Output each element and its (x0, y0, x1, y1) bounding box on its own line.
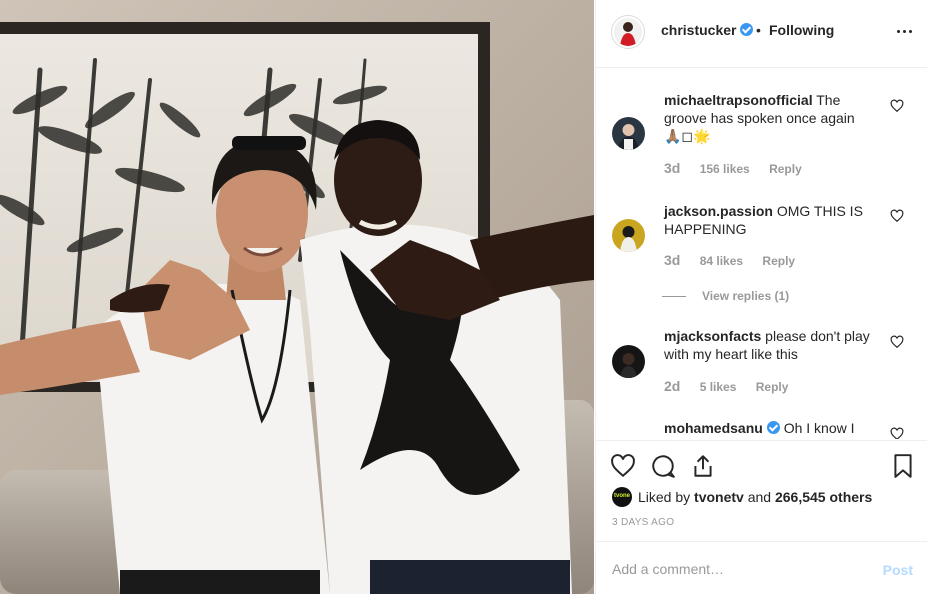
liker-username[interactable]: tvonetv (694, 489, 744, 505)
likes-prefix: Liked by (638, 489, 695, 505)
likes-others-link[interactable]: 266,545 others (775, 489, 872, 505)
comment-meta: 3d 156 likes Reply (664, 160, 802, 176)
verified-badge-icon (740, 23, 754, 36)
comment-like-heart-icon[interactable] (890, 99, 904, 113)
following-button[interactable]: Following (769, 22, 834, 38)
comment-body: Oh I know I (779, 420, 855, 436)
reply-button[interactable]: Reply (769, 162, 802, 176)
comment-likes[interactable]: 5 likes (700, 380, 737, 394)
comment-text: mohamedsanu Oh I know I (664, 419, 886, 437)
add-comment-bar: Post (596, 541, 927, 594)
comment-emoji: 🙏🏽◻︎🌟 (664, 128, 711, 144)
post-header: christucker • Following (596, 0, 927, 68)
liker-avatar[interactable]: tvone (612, 487, 632, 507)
view-replies-label[interactable]: View replies (1) (702, 289, 789, 303)
comment-text: mjacksonfacts please don't play with my … (664, 327, 886, 363)
bookmark-icon[interactable] (890, 453, 916, 479)
comment-username[interactable]: mjacksonfacts (664, 328, 761, 344)
verified-badge-icon (766, 421, 780, 434)
comment-likes[interactable]: 156 likes (700, 162, 750, 176)
comment-text: michaeltrapsonofficial The groove has sp… (664, 91, 886, 145)
comment-icon[interactable] (650, 453, 676, 479)
author-avatar[interactable] (611, 15, 645, 49)
likes-summary: tvone Liked by tvonetv and 266,545 others (612, 487, 872, 507)
commenter-avatar[interactable] (612, 219, 645, 252)
share-icon[interactable] (690, 453, 716, 479)
comment-time: 3d (664, 252, 681, 268)
comment-like-heart-icon[interactable] (890, 335, 904, 349)
action-bar (596, 440, 927, 490)
post-photo-image (0, 0, 594, 594)
view-replies-button[interactable]: View replies (1) (662, 289, 789, 303)
comment-username[interactable]: michaeltrapsonofficial (664, 92, 813, 108)
commenter-avatar[interactable] (612, 345, 645, 378)
comment-input[interactable] (612, 556, 862, 582)
author-username[interactable]: christucker (661, 22, 754, 38)
reply-button[interactable]: Reply (756, 380, 789, 394)
post-comment-button[interactable]: Post (883, 562, 913, 578)
post-photo[interactable] (0, 0, 594, 594)
comment-time: 3d (664, 160, 681, 176)
author-username-text[interactable]: christucker (661, 22, 736, 38)
view-replies-line (662, 296, 686, 298)
comment-text: jackson.passion OMG THIS IS HAPPENING (664, 202, 886, 238)
liker-avatar-logo-text: tvone (614, 493, 631, 499)
comment-meta: 2d 5 likes Reply (664, 378, 788, 394)
comment-meta: 3d 84 likes Reply (664, 252, 795, 268)
header-separator: • (756, 22, 761, 38)
comment-like-heart-icon[interactable] (890, 427, 904, 439)
commenter-avatar[interactable] (612, 117, 645, 150)
heart-icon[interactable] (610, 453, 636, 479)
comment-likes[interactable]: 84 likes (700, 254, 743, 268)
post-side-panel: christucker • Following michaeltrapsonof… (595, 0, 927, 594)
comment-like-heart-icon[interactable] (890, 209, 904, 223)
comment-username[interactable]: mohamedsanu (664, 420, 763, 436)
post-date[interactable]: 3 DAYS AGO (612, 517, 674, 528)
more-options-icon[interactable] (893, 19, 917, 43)
comments-list[interactable]: michaeltrapsonofficial The groove has sp… (596, 69, 927, 439)
likes-middle: and (743, 489, 775, 505)
comment-time: 2d (664, 378, 681, 394)
reply-button[interactable]: Reply (762, 254, 795, 268)
comment-username[interactable]: jackson.passion (664, 203, 773, 219)
